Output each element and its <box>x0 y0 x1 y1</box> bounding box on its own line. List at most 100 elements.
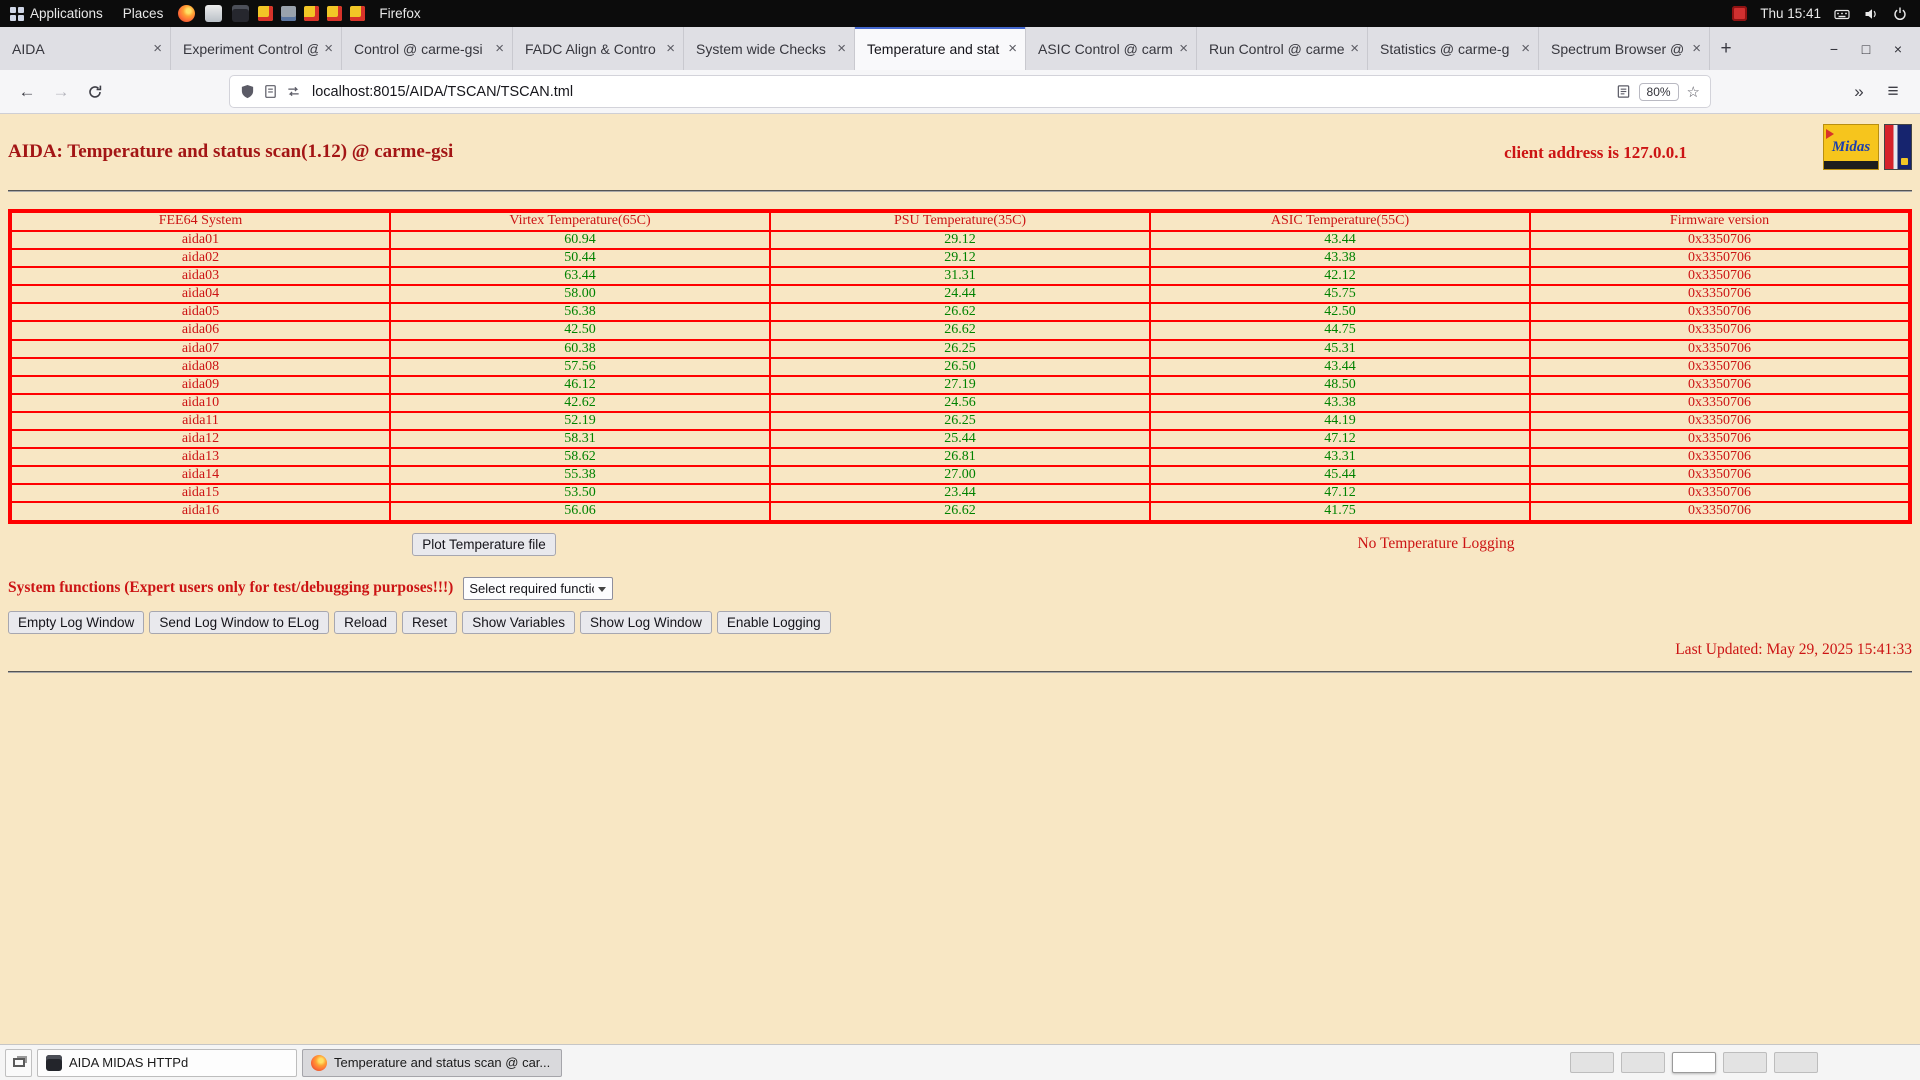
workspace-cell[interactable] <box>1774 1052 1818 1073</box>
tab-close-icon[interactable]: × <box>1179 40 1188 57</box>
browser-tab[interactable]: FADC Align & Contro× <box>513 27 684 70</box>
workspace-cell[interactable] <box>1570 1052 1614 1073</box>
system-functions-label: System functions (Expert users only for … <box>8 579 453 597</box>
browser-tab[interactable]: Run Control @ carme× <box>1197 27 1368 70</box>
tab-bar: AIDA×Experiment Control @ c×Control @ ca… <box>0 27 1920 70</box>
firefox-launcher-icon[interactable] <box>178 5 195 22</box>
browser-tab[interactable]: Statistics @ carme-g× <box>1368 27 1539 70</box>
browser-tab[interactable]: ASIC Control @ carm× <box>1026 27 1197 70</box>
firmware-version: 0x3350706 <box>1530 340 1910 358</box>
files-launcher-icon[interactable] <box>205 5 222 22</box>
power-icon[interactable] <box>1892 6 1908 22</box>
tab-close-icon[interactable]: × <box>495 40 504 57</box>
psu-temp: 29.12 <box>770 231 1150 249</box>
active-app-menu[interactable]: Firefox <box>369 0 430 27</box>
browser-tab[interactable]: AIDA× <box>0 27 171 70</box>
places-menu[interactable]: Places <box>113 0 174 27</box>
browser-tab[interactable]: Temperature and stat× <box>855 27 1026 70</box>
plot-temperature-button[interactable]: Plot Temperature file <box>412 533 556 556</box>
new-tab-button[interactable]: + <box>1710 27 1742 70</box>
workspace-cell[interactable] <box>1672 1052 1716 1073</box>
tab-title: System wide Checks <box>696 41 831 57</box>
midas-shortcut-icon[interactable] <box>327 6 342 21</box>
browser-tab[interactable]: Spectrum Browser @ × <box>1539 27 1710 70</box>
keyboard-icon[interactable] <box>1834 6 1850 22</box>
firmware-version: 0x3350706 <box>1530 448 1910 466</box>
show-log-window-button[interactable]: Show Log Window <box>580 611 712 634</box>
close-button[interactable]: × <box>1890 41 1906 57</box>
browser-tab[interactable]: System wide Checks × <box>684 27 855 70</box>
fee64-name: aida08 <box>10 358 390 376</box>
shield-icon[interactable] <box>240 84 255 99</box>
top-panel: Applications Places Firefox Thu 15:41 <box>0 0 1920 27</box>
terminal-icon <box>46 1055 62 1071</box>
places-menu-label: Places <box>123 6 164 21</box>
taskbar-item[interactable]: AIDA MIDAS HTTPd <box>37 1049 297 1077</box>
enable-logging-button[interactable]: Enable Logging <box>717 611 831 634</box>
reader-mode-icon[interactable] <box>1616 84 1631 99</box>
bookmark-star-icon[interactable]: ☆ <box>1687 83 1700 101</box>
workspace-cell[interactable] <box>1723 1052 1767 1073</box>
midas-shortcut-icon[interactable] <box>350 6 365 21</box>
maximize-button[interactable]: □ <box>1858 41 1874 57</box>
virtex-temp: 52.19 <box>390 412 770 430</box>
url-bar[interactable]: localhost:8015/AIDA/TSCAN/TSCAN.tml 80% … <box>230 76 1710 107</box>
volume-icon[interactable] <box>1863 6 1879 22</box>
browser-tab[interactable]: Experiment Control @ c× <box>171 27 342 70</box>
midas-shortcut-icon[interactable] <box>258 6 273 21</box>
midas-shortcut-icon[interactable] <box>304 6 319 21</box>
clock[interactable]: Thu 15:41 <box>1760 6 1821 21</box>
tab-close-icon[interactable]: × <box>1521 40 1530 57</box>
table-row: aida1553.5023.4447.120x3350706 <box>10 484 1910 502</box>
asic-temp: 43.44 <box>1150 358 1530 376</box>
tab-close-icon[interactable]: × <box>666 40 675 57</box>
tab-close-icon[interactable]: × <box>1008 40 1017 57</box>
fee64-name: aida05 <box>10 303 390 321</box>
hamburger-menu-icon[interactable]: ≡ <box>1876 77 1910 107</box>
psu-temp: 27.19 <box>770 376 1150 394</box>
tab-close-icon[interactable]: × <box>153 40 162 57</box>
show-desktop-button[interactable] <box>5 1049 32 1077</box>
table-row: aida1656.0626.6241.750x3350706 <box>10 502 1910 521</box>
temperature-table: FEE64 SystemVirtex Temperature(65C)PSU T… <box>8 209 1912 524</box>
tab-close-icon[interactable]: × <box>324 40 333 57</box>
applications-menu[interactable]: Applications <box>0 0 113 27</box>
table-row: aida0760.3826.2545.310x3350706 <box>10 340 1910 358</box>
reload-button[interactable]: Reload <box>334 611 397 634</box>
browser-tab[interactable]: Control @ carme-gsi× <box>342 27 513 70</box>
terminal-launcher-icon[interactable] <box>232 5 249 22</box>
asic-temp: 45.31 <box>1150 340 1530 358</box>
taskbar-item-label: Temperature and status scan @ car... <box>334 1055 550 1070</box>
zoom-indicator[interactable]: 80% <box>1639 83 1679 101</box>
tab-title: Spectrum Browser @ <box>1551 41 1686 57</box>
tab-close-icon[interactable]: × <box>837 40 846 57</box>
virtex-temp: 53.50 <box>390 484 770 502</box>
workspace-cell[interactable] <box>1621 1052 1665 1073</box>
tab-close-icon[interactable]: × <box>1692 40 1701 57</box>
firmware-version: 0x3350706 <box>1530 412 1910 430</box>
function-select[interactable]: Select required function <box>463 577 613 600</box>
permissions-icon[interactable] <box>286 84 301 99</box>
page-info-icon[interactable] <box>263 84 278 99</box>
client-address: client address is 127.0.0.1 <box>1504 141 1687 163</box>
tab-close-icon[interactable]: × <box>1350 40 1359 57</box>
show-variables-button[interactable]: Show Variables <box>462 611 575 634</box>
overflow-menu-icon[interactable]: » <box>1842 77 1876 107</box>
reset-button[interactable]: Reset <box>402 611 457 634</box>
reload-button[interactable] <box>78 77 112 107</box>
page-header: AIDA: Temperature and status scan(1.12) … <box>8 114 1912 163</box>
camera-shortcut-icon[interactable] <box>281 6 296 21</box>
record-icon[interactable] <box>1732 6 1747 21</box>
virtex-temp: 60.94 <box>390 231 770 249</box>
psu-temp: 31.31 <box>770 267 1150 285</box>
forward-button[interactable]: → <box>44 77 78 107</box>
fee64-name: aida13 <box>10 448 390 466</box>
firmware-version: 0x3350706 <box>1530 303 1910 321</box>
fee64-name: aida09 <box>10 376 390 394</box>
back-button[interactable]: ← <box>10 77 44 107</box>
empty-log-window-button[interactable]: Empty Log Window <box>8 611 144 634</box>
taskbar-item[interactable]: Temperature and status scan @ car... <box>302 1049 562 1077</box>
url-text[interactable]: localhost:8015/AIDA/TSCAN/TSCAN.tml <box>312 84 573 100</box>
minimize-button[interactable]: − <box>1826 41 1842 57</box>
send-log-window-to-elog-button[interactable]: Send Log Window to ELog <box>149 611 329 634</box>
